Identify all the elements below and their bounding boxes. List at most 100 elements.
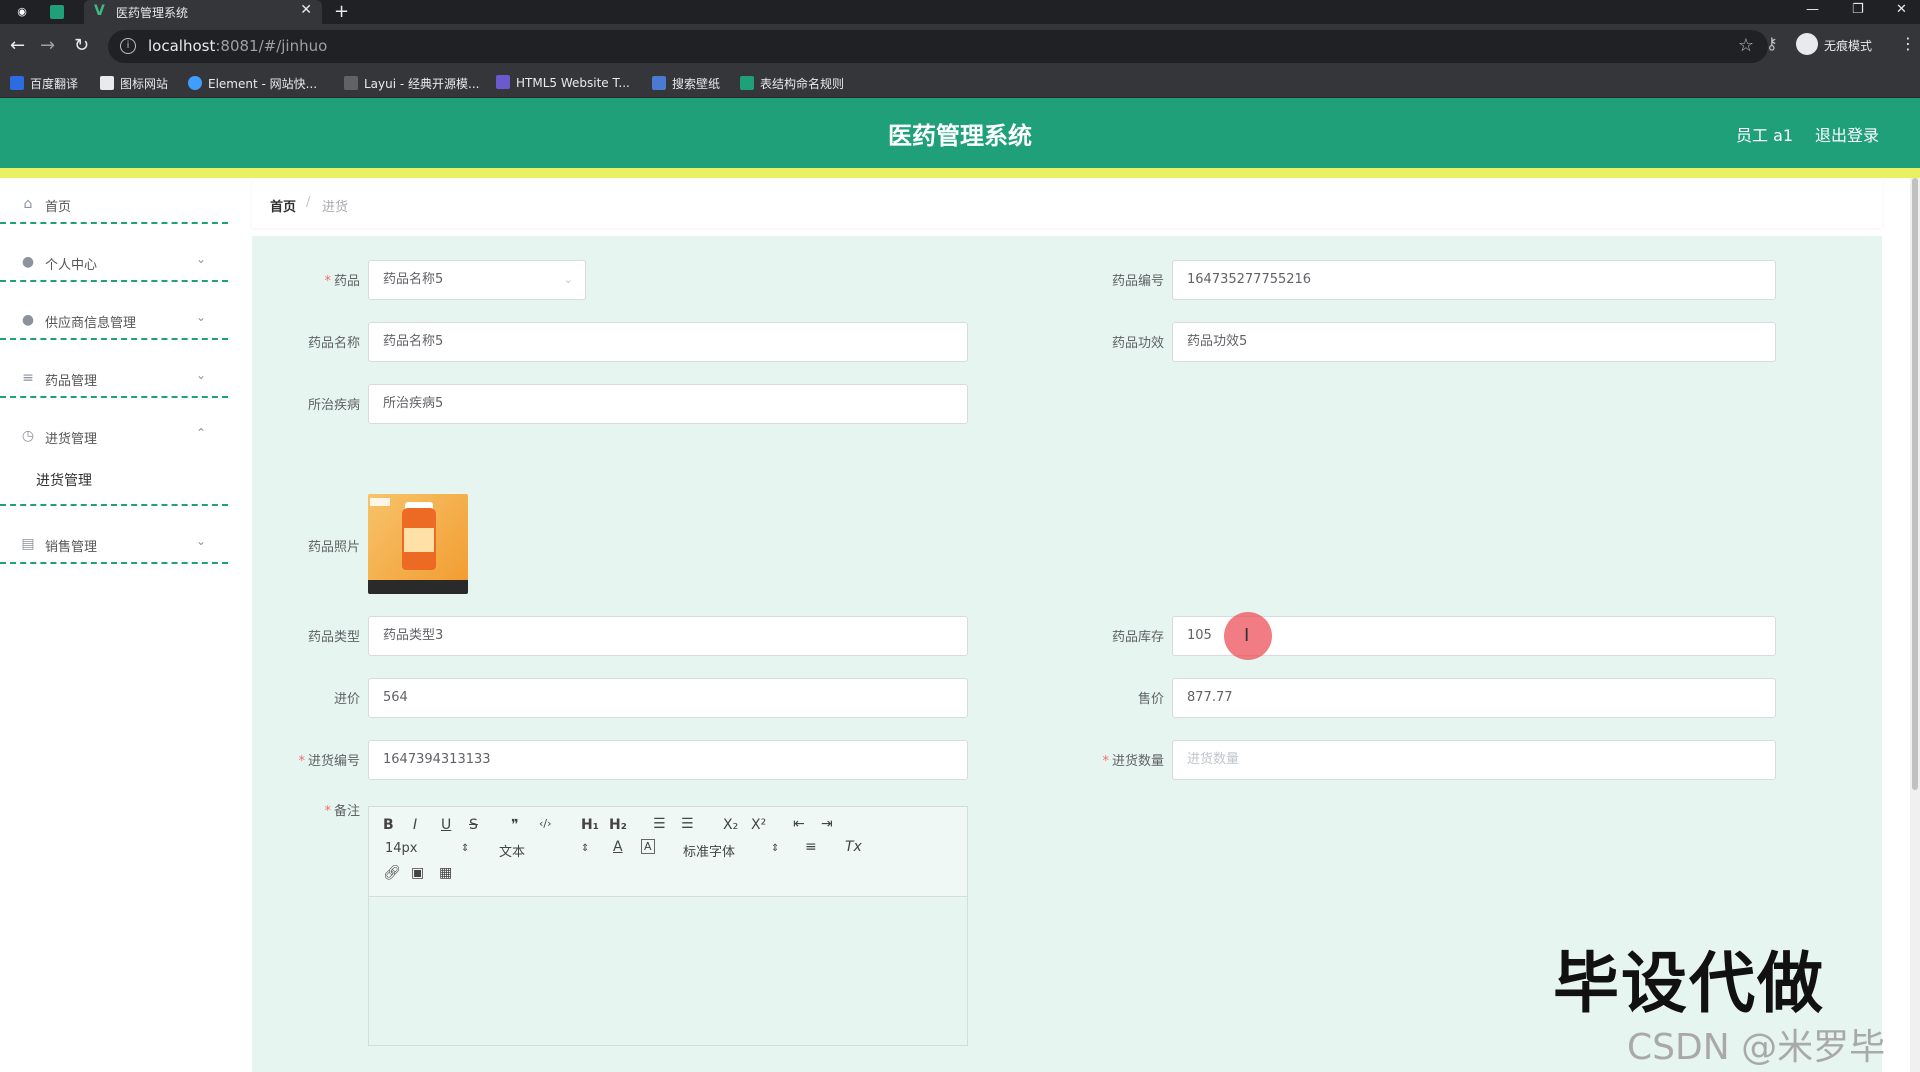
- sidebar-item-supplier[interactable]: ● 供应商信息管理 ⌄: [0, 294, 228, 352]
- sidebar-item-home[interactable]: ⌂ 首页: [0, 178, 228, 236]
- divider: [0, 338, 228, 340]
- sidebar-item-drug[interactable]: ≡ 药品管理 ⌄: [0, 352, 228, 410]
- superscript-button[interactable]: X²: [751, 817, 766, 833]
- scrollbar[interactable]: [1910, 178, 1920, 1072]
- bullet-list-icon[interactable]: ☰: [681, 816, 694, 832]
- reload-icon[interactable]: ↻: [74, 35, 89, 56]
- bookmark-item[interactable]: 表结构命名规则: [740, 75, 844, 92]
- font-size-select[interactable]: 14px ⇕: [385, 841, 469, 861]
- indent-icon[interactable]: ⇥: [821, 816, 833, 832]
- sort-icon: ⇕: [771, 843, 780, 854]
- drug-select[interactable]: 药品名称5 ⌄: [368, 260, 586, 300]
- photo-strip: [368, 580, 468, 594]
- drug-name-field[interactable]: 药品名称5: [368, 322, 968, 362]
- star-icon[interactable]: ☆: [1738, 35, 1754, 56]
- divider: [0, 396, 228, 398]
- bookmark-item[interactable]: 图标网站: [100, 75, 168, 92]
- video-icon[interactable]: ▦: [439, 865, 452, 881]
- bookmark-item[interactable]: Element - 网站快...: [188, 75, 317, 92]
- menu-icon[interactable]: ⋮: [1900, 34, 1916, 53]
- element-icon: [188, 76, 202, 90]
- address-bar: ← → ↻ i localhost:8081/#/jinhuo ☆ ⚷ 无痕模式…: [0, 24, 1920, 69]
- sidebar-item-profile[interactable]: ● 个人中心 ⌄: [0, 236, 228, 294]
- italic-button[interactable]: I: [413, 817, 417, 833]
- outdent-icon[interactable]: ⇤: [793, 816, 805, 832]
- strike-button[interactable]: S: [469, 817, 478, 833]
- cost-label: 进价: [333, 692, 360, 707]
- font-color-button[interactable]: A: [613, 839, 623, 855]
- minimize-icon[interactable]: —: [1806, 2, 1819, 17]
- drug-effect-field[interactable]: 药品功效5: [1172, 322, 1776, 362]
- breadcrumb-home[interactable]: 首页: [270, 196, 296, 215]
- required-mark: *: [324, 804, 331, 819]
- font-size-value: 14px: [385, 841, 418, 856]
- chevron-up-icon: ⌃: [195, 426, 206, 440]
- scrollbar-thumb[interactable]: [1912, 178, 1918, 790]
- code-block-button[interactable]: ‹/›: [539, 817, 552, 830]
- h2-button[interactable]: H₂: [609, 817, 627, 833]
- sidebar-item-purchase[interactable]: ◷ 进货管理 ⌃: [0, 410, 228, 468]
- html5-icon: [496, 75, 510, 89]
- bookmark-label: Element - 网站快...: [208, 77, 318, 91]
- align-icon[interactable]: ≡: [805, 839, 817, 855]
- window-close-icon[interactable]: ✕: [1896, 2, 1907, 17]
- sidebar: ⌂ 首页 ● 个人中心 ⌄ ● 供应商信息管理 ⌄ ≡ 药品管理 ⌄ ◷ 进货管…: [0, 178, 228, 1072]
- order-code-field[interactable]: 1647394313133: [368, 740, 968, 780]
- price-label: 售价: [1137, 692, 1164, 707]
- h1-button[interactable]: H₁: [581, 817, 599, 833]
- back-icon[interactable]: ←: [10, 35, 25, 56]
- drug-code-field[interactable]: 164735277755216: [1172, 260, 1776, 300]
- bookmark-item[interactable]: HTML5 Website T...: [496, 75, 630, 90]
- drug-type-field[interactable]: 药品类型3: [368, 616, 968, 656]
- type-label: 药品类型: [307, 630, 360, 645]
- note-label: * 备注: [260, 800, 360, 819]
- forward-icon[interactable]: →: [40, 35, 55, 56]
- background-color-button[interactable]: A: [641, 839, 655, 854]
- flag-icon: [100, 76, 114, 90]
- url-input[interactable]: i localhost:8081/#/jinhuo ☆: [108, 30, 1768, 63]
- tab-favicon-icon[interactable]: [50, 5, 64, 19]
- cost-price-field[interactable]: 564: [368, 678, 968, 718]
- new-tab-icon[interactable]: +: [334, 1, 349, 22]
- ordered-list-icon[interactable]: ☰: [653, 816, 666, 832]
- restore-icon[interactable]: ❐: [1852, 2, 1864, 17]
- key-icon[interactable]: ⚷: [1766, 34, 1778, 53]
- disease-label: 所治疾病: [307, 398, 360, 413]
- blockquote-button[interactable]: ❞: [511, 817, 519, 833]
- rich-text-editor[interactable]: B I U S ❞ ‹/› H₁ H₂ ☰ ☰ X₂ X² ⇤ ⇥ 14px ⇕ …: [368, 806, 968, 1046]
- info-icon[interactable]: i: [120, 38, 136, 54]
- quantity-field[interactable]: 进货数量: [1172, 740, 1776, 780]
- disease-field[interactable]: 所治疾病5: [368, 384, 968, 424]
- bookmark-label: HTML5 Website T...: [516, 76, 630, 90]
- sidebar-subitem-purchase[interactable]: 进货管理: [36, 470, 92, 490]
- bookmark-item[interactable]: Layui - 经典开源模...: [344, 75, 479, 92]
- stock-label: 药品库存: [1111, 630, 1164, 645]
- sidebar-item-label: 个人中心: [45, 258, 98, 273]
- clear-format-icon[interactable]: Tx: [845, 839, 862, 855]
- user-label: 员工 a1: [1736, 126, 1794, 145]
- sort-icon: ⇕: [581, 843, 590, 854]
- sidebar-item-label: 药品管理: [45, 374, 98, 389]
- image-icon[interactable]: ▣: [411, 865, 424, 881]
- font-family-select[interactable]: 标准字体 ⇕: [683, 841, 779, 861]
- chevron-down-icon: ⌄: [563, 273, 573, 286]
- close-icon[interactable]: ✕: [300, 2, 312, 18]
- bold-button[interactable]: B: [383, 817, 394, 833]
- app-title: 医药管理系统: [888, 122, 1032, 150]
- tab-active[interactable]: V 医药管理系统 ✕: [84, 0, 322, 24]
- drug-photo[interactable]: [368, 494, 468, 594]
- sidebar-item-label: 供应商信息管理: [45, 316, 137, 331]
- label-text: 药品: [333, 274, 360, 289]
- text-style-select[interactable]: 文本 ⇕: [499, 841, 589, 861]
- breadcrumb-current: 进货: [322, 200, 349, 215]
- sidebar-item-sales[interactable]: ▤ 销售管理 ⌄: [0, 518, 228, 576]
- photo-label-patch: [404, 528, 434, 552]
- link-icon[interactable]: 🔗︎: [383, 865, 401, 881]
- logout-button[interactable]: 退出登录: [1815, 122, 1879, 146]
- table-icon: [740, 76, 754, 90]
- sale-price-field[interactable]: 877.77: [1172, 678, 1776, 718]
- underline-button[interactable]: U: [441, 817, 451, 833]
- bookmark-item[interactable]: 百度翻译: [10, 75, 78, 92]
- subscript-button[interactable]: X₂: [723, 817, 738, 833]
- bookmark-item[interactable]: 搜索壁纸: [652, 75, 720, 92]
